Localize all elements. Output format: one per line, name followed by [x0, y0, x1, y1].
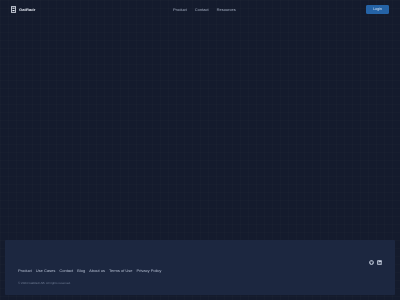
nav-contact-link[interactable]: Contact [195, 7, 209, 12]
footer: Product Use Cases Contact Blog About us … [5, 240, 395, 295]
brand-name: GatRadr [19, 7, 36, 12]
brand-link[interactable]: GatRadr [11, 6, 35, 13]
footer-link-blog[interactable]: Blog [77, 268, 85, 273]
top-navbar: GatRadr Product Contact Resources Login [0, 0, 400, 19]
github-icon[interactable] [369, 252, 374, 265]
copyright-text: © 2024 GatRadr AB. All rights reserved. [18, 281, 71, 285]
logo-icon [11, 6, 16, 13]
footer-links: Product Use Cases Contact Blog About us … [18, 268, 161, 273]
footer-link-terms[interactable]: Terms of Use [109, 268, 133, 273]
footer-link-privacy[interactable]: Privacy Policy [137, 268, 162, 273]
footer-link-about-us[interactable]: About us [89, 268, 105, 273]
login-button[interactable]: Login [366, 5, 389, 14]
page: GatRadr Product Contact Resources Login [0, 0, 400, 300]
nav-resources-link[interactable]: Resources [217, 7, 236, 12]
main-nav: Product Contact Resources [173, 7, 236, 12]
footer-link-use-cases[interactable]: Use Cases [36, 268, 56, 273]
footer-link-product[interactable]: Product [18, 268, 32, 273]
social-links [369, 252, 382, 265]
linkedin-icon[interactable] [377, 252, 382, 265]
footer-link-contact[interactable]: Contact [59, 268, 73, 273]
nav-product-link[interactable]: Product [173, 7, 187, 12]
